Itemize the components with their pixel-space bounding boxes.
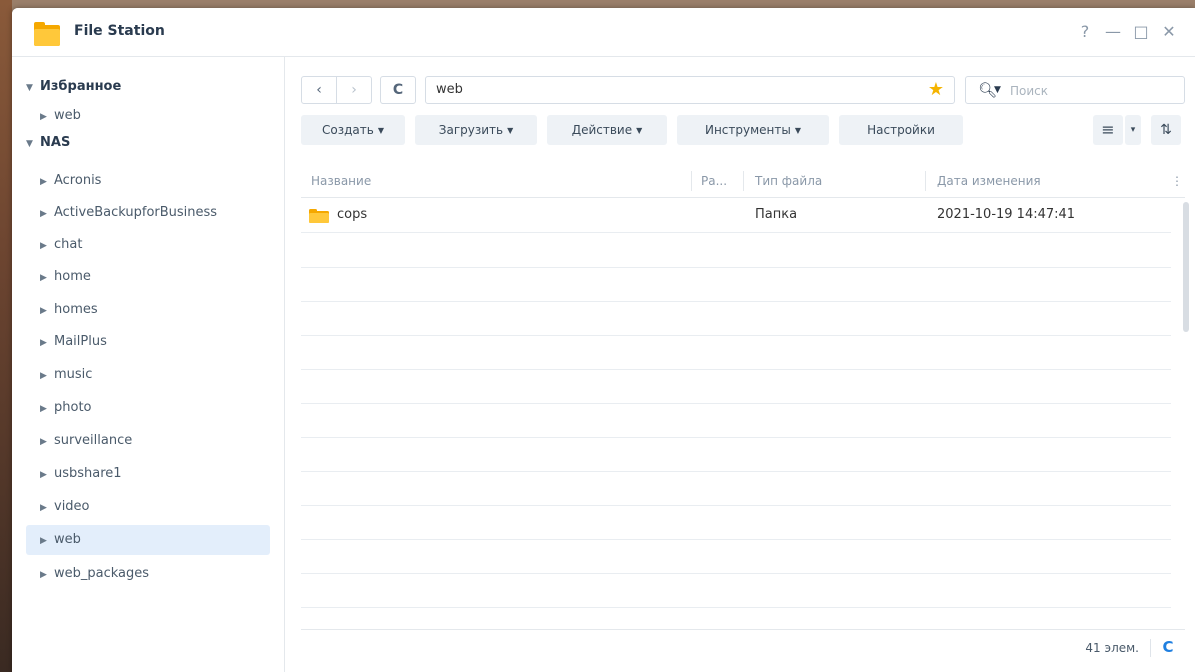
action-button[interactable]: Действие ▼ bbox=[547, 115, 667, 145]
chevron-right-icon: ▶ bbox=[40, 209, 47, 219]
tree-item-acronis[interactable]: ▶ Acronis bbox=[26, 166, 270, 196]
chevron-right-icon: ▶ bbox=[40, 404, 47, 414]
list-item-empty bbox=[301, 403, 1171, 438]
maximize-button[interactable]: □ bbox=[1130, 21, 1152, 43]
tree-item-photo[interactable]: ▶ photo bbox=[26, 393, 270, 423]
chevron-right-icon: ▶ bbox=[40, 306, 47, 316]
row-modified: 2021-10-19 14:47:41 bbox=[937, 207, 1076, 222]
list-item-empty bbox=[301, 573, 1171, 608]
chevron-right-icon: ▶ bbox=[40, 371, 47, 381]
list-item-empty bbox=[301, 505, 1171, 540]
refresh-button[interactable]: C bbox=[380, 76, 416, 104]
list-item-empty bbox=[301, 335, 1171, 370]
settings-button[interactable]: Настройки bbox=[839, 115, 963, 145]
minimize-button[interactable]: — bbox=[1102, 21, 1124, 43]
chevron-down-icon: ▼ bbox=[377, 126, 384, 135]
chevron-right-icon: ▶ bbox=[40, 437, 47, 447]
forward-button[interactable]: › bbox=[336, 76, 372, 104]
column-size[interactable]: Ра... bbox=[693, 165, 743, 197]
column-divider bbox=[925, 171, 926, 191]
path-text: web bbox=[436, 82, 463, 97]
column-modified[interactable]: Дата изменения bbox=[927, 165, 1167, 197]
row-name: cops bbox=[337, 207, 368, 222]
list-item-empty bbox=[301, 369, 1171, 404]
tree-item-activebackup[interactable]: ▶ ActiveBackupforBusiness bbox=[26, 198, 270, 228]
column-options-icon[interactable]: ⋮ bbox=[1167, 165, 1185, 197]
chevron-down-icon: ▼ bbox=[26, 139, 33, 149]
desktop-background bbox=[0, 0, 12, 672]
table-row[interactable]: cops Папка 2021-10-19 14:47:41 bbox=[301, 198, 1171, 233]
titlebar: File Station ? — □ ✕ bbox=[12, 8, 1195, 57]
file-station-app-icon bbox=[34, 22, 60, 46]
list-item-empty bbox=[301, 471, 1171, 506]
refresh-icon[interactable]: C bbox=[1157, 636, 1179, 658]
create-button[interactable]: Создать ▼ bbox=[301, 115, 405, 145]
tree-item-music[interactable]: ▶ music bbox=[26, 360, 270, 390]
chevron-right-icon: ▶ bbox=[40, 503, 47, 513]
item-count: 41 элем. bbox=[1085, 641, 1139, 655]
tree-item-surveillance[interactable]: ▶ surveillance bbox=[26, 426, 270, 456]
view-dropdown-icon[interactable]: ▾ bbox=[1125, 115, 1141, 145]
list-item-empty bbox=[301, 301, 1171, 336]
column-divider bbox=[743, 171, 744, 191]
list-view-icon[interactable]: ≡ bbox=[1093, 115, 1123, 145]
tree-item-home[interactable]: ▶ home bbox=[26, 262, 270, 292]
list-header: Название Ра... Тип файла Дата изменения … bbox=[301, 165, 1185, 198]
tree-item-video[interactable]: ▶ video bbox=[26, 492, 270, 522]
list-scrollbar[interactable] bbox=[1183, 202, 1189, 332]
chevron-down-icon: ▼ bbox=[26, 83, 33, 93]
main-panel: ‹ › C web ★ 🔍︎ ▼ Создать▼ Загрузить▼ Дей… bbox=[285, 57, 1195, 672]
app-title: File Station bbox=[74, 23, 165, 39]
tree-item-mailplus[interactable]: ▶ MailPlus bbox=[26, 327, 270, 357]
back-button[interactable]: ‹ bbox=[301, 76, 337, 104]
search-input[interactable] bbox=[1008, 80, 1182, 102]
tree-item-chat[interactable]: ▶ chat bbox=[26, 230, 270, 260]
tree-item-usbshare1[interactable]: ▶ usbshare1 bbox=[26, 459, 270, 489]
file-station-window: File Station ? — □ ✕ ▼ Избранное ▶ web ▼ NA… bbox=[12, 8, 1195, 672]
path-bar[interactable]: web ★ bbox=[425, 76, 955, 104]
list-item-empty bbox=[301, 539, 1171, 574]
chevron-down-icon: ▼ bbox=[794, 126, 802, 135]
status-bar: 41 элем. C bbox=[301, 629, 1185, 666]
folder-icon bbox=[309, 209, 329, 223]
sidebar-tree: ▼ Избранное ▶ web ▼ NAS ▶ Acronis ▶ ActiveBac… bbox=[12, 57, 285, 672]
tree-item-homes[interactable]: ▶ homes bbox=[26, 295, 270, 325]
tree-item-fav-web[interactable]: ▶ web bbox=[26, 101, 270, 131]
tree-nas[interactable]: ▼ NAS bbox=[26, 128, 270, 158]
search-box[interactable]: 🔍︎ ▼ bbox=[965, 76, 1185, 104]
chevron-right-icon: ▶ bbox=[40, 338, 47, 348]
tools-button[interactable]: Инструменты ▼ bbox=[677, 115, 829, 145]
footer-divider bbox=[1150, 639, 1151, 657]
list-item-empty bbox=[301, 437, 1171, 472]
upload-button[interactable]: Загрузить ▼ bbox=[415, 115, 537, 145]
column-divider bbox=[691, 171, 692, 191]
tree-favorites[interactable]: ▼ Избранное bbox=[26, 72, 270, 102]
column-type[interactable]: Тип файла bbox=[745, 165, 925, 197]
chevron-down-icon[interactable]: ▼ bbox=[994, 77, 1001, 103]
chevron-right-icon: ▶ bbox=[40, 241, 47, 251]
star-icon[interactable]: ★ bbox=[928, 79, 944, 101]
close-button[interactable]: ✕ bbox=[1158, 21, 1180, 43]
chevron-down-icon: ▼ bbox=[636, 126, 643, 135]
column-name[interactable]: Название bbox=[301, 165, 691, 197]
row-type: Папка bbox=[755, 207, 798, 222]
list-item-empty bbox=[301, 233, 1171, 268]
list-item-empty bbox=[301, 267, 1171, 302]
chevron-down-icon: ▼ bbox=[507, 126, 514, 135]
help-button[interactable]: ? bbox=[1074, 21, 1096, 43]
chevron-right-icon: ▶ bbox=[40, 470, 47, 480]
sort-icon[interactable]: ⇅ bbox=[1151, 115, 1181, 145]
chevron-right-icon: ▶ bbox=[40, 177, 47, 187]
chevron-right-icon: ▶ bbox=[40, 570, 47, 580]
chevron-right-icon: ▶ bbox=[40, 536, 47, 546]
chevron-right-icon: ▶ bbox=[40, 273, 47, 283]
tree-item-web[interactable]: ▶ web bbox=[26, 525, 270, 555]
tree-item-web-packages[interactable]: ▶ web_packages bbox=[26, 559, 270, 589]
